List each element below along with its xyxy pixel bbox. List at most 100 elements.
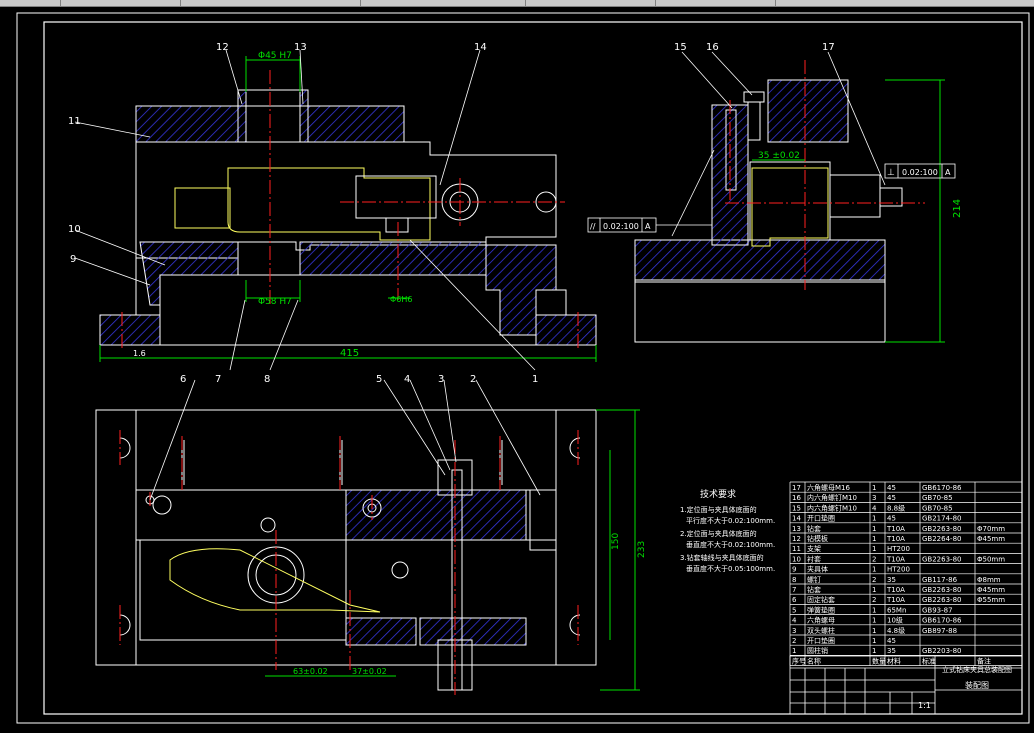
dim-37: 37±0.02 — [352, 667, 387, 676]
bom-cell: 13 — [792, 525, 801, 533]
bom-cell: Φ55mm — [977, 596, 1005, 604]
bom-cell: 钻模板 — [807, 534, 828, 543]
bom-cell: 1 — [872, 606, 876, 614]
workpiece-side — [751, 167, 829, 247]
balloon-11: 11 — [68, 116, 81, 127]
balloon-13: 13 — [294, 42, 307, 53]
dim-233: 233 — [637, 541, 647, 558]
bom-cell: GB2263-80 — [922, 525, 961, 533]
bom-cell: GB2263-80 — [922, 555, 961, 563]
balloon-5: 5 — [376, 374, 382, 385]
bom-cell: 14 — [792, 515, 801, 523]
title-sheet: 装配图 — [965, 680, 989, 690]
bom-cell: 9 — [792, 566, 796, 574]
bom-cell: 1 — [872, 484, 876, 492]
dim-bottom-hole: Φ58 H7 — [258, 297, 292, 307]
bom-cell: 内六角螺钉M10 — [807, 503, 857, 512]
cad-drawing-canvas[interactable]: Φ45 H7 Φ58 H7 Φ6H6 415 1.6 12 13 14 11 1… — [0, 7, 1034, 733]
bom-cell: 10 — [792, 555, 801, 563]
front-view — [99, 89, 597, 346]
bom-cell: 六角螺母 — [807, 616, 835, 625]
center-lines-top — [119, 430, 579, 695]
tab-1[interactable] — [0, 0, 61, 6]
bom-cell: 1 — [872, 545, 876, 553]
bom-cell: 11 — [792, 545, 801, 553]
bom-cell: 8 — [792, 576, 796, 584]
bom-cell: 弹簧垫圈 — [807, 605, 835, 614]
balloon-7: 7 — [215, 374, 221, 385]
tab-7[interactable] — [775, 0, 1034, 6]
bom-cell: GB2203-80 — [922, 647, 961, 655]
balloon-3: 3 — [438, 374, 444, 385]
dim-63: 63±0.02 — [293, 667, 328, 676]
bom-cell: 1 — [872, 637, 876, 645]
dim-150: 150 — [611, 533, 621, 550]
svg-text:1.定位面与夹具体底面的: 1.定位面与夹具体底面的 — [680, 505, 757, 514]
bom-cell: GB2263-80 — [922, 586, 961, 594]
tol-perp-ref: A — [945, 168, 951, 177]
bom-cell: GB70-85 — [922, 504, 953, 512]
tab-2[interactable] — [60, 0, 181, 6]
dim-roughness: 1.6 — [133, 349, 146, 358]
bom-cell: 2 — [872, 555, 876, 563]
bom-cell: T10A — [886, 555, 905, 563]
bom-cell: Φ8mm — [977, 576, 1001, 584]
bom-cell: 65Mn — [887, 606, 906, 614]
bom-cell: T10A — [886, 586, 905, 594]
bom-cell: T10A — [886, 535, 905, 543]
bom-cell: T10A — [886, 525, 905, 533]
bom-cell: 1 — [872, 647, 876, 655]
title-drawing-name: 立式钻床夹具总装配图 — [942, 665, 1012, 674]
bom-cell: 衬套 — [807, 554, 821, 563]
bom-cell: 1 — [872, 586, 876, 594]
bom-cell: 2 — [792, 637, 796, 645]
bom-cell: 4 — [872, 504, 877, 512]
workpiece-front — [174, 167, 431, 241]
dim-214: 214 — [952, 199, 963, 218]
svg-text:3.钻套轴线与夹具体底面的: 3.钻套轴线与夹具体底面的 — [680, 553, 764, 562]
bom-table: 17 六角螺母M16 1 45 GB6170-8616 内六角螺钉M10 3 45 GB70-8… — [789, 481, 1023, 666]
bom-cell: 5 — [792, 606, 796, 614]
bom-cell: 1 — [872, 627, 876, 635]
bom-cell: 1 — [872, 515, 876, 523]
tol-par-symbol: // — [590, 222, 596, 231]
balloon-9: 9 — [70, 254, 76, 265]
tab-6[interactable] — [655, 0, 776, 6]
balloon-14: 14 — [474, 42, 487, 53]
title-scale: 1:1 — [918, 701, 931, 710]
bom-cell: 4 — [792, 617, 797, 625]
balloon-6a: 6 — [180, 374, 186, 385]
bom-cell: 1 — [792, 647, 796, 655]
bom-cell: GB897-88 — [922, 627, 957, 635]
tab-5[interactable] — [525, 0, 656, 6]
bom-cell: 6 — [792, 596, 797, 604]
tol-par-value: 0.02:100 — [603, 222, 639, 231]
bom-cell: 4.8级 — [887, 626, 905, 635]
bom-header-mat: 材料 — [887, 656, 901, 665]
dim-top-hole: Φ45 H7 — [258, 51, 292, 61]
bom-cell: Φ45mm — [977, 586, 1005, 594]
svg-text:技术要求: 技术要求 — [700, 488, 736, 500]
bom-cell: GB93-87 — [922, 606, 953, 614]
bom-cell: 1 — [872, 617, 876, 625]
bom-cell: T10A — [886, 596, 905, 604]
tab-3[interactable] — [180, 0, 361, 6]
bom-cell: HT200 — [887, 566, 910, 574]
bom-cell: 45 — [887, 484, 896, 492]
bom-cell: 固定钻套 — [807, 595, 835, 604]
tab-4[interactable] — [360, 0, 526, 6]
bom-cell: 8.8级 — [887, 503, 905, 512]
bom-cell: 45 — [887, 515, 896, 523]
bom-cell: 10级 — [887, 616, 903, 625]
bom-cell: 开口垫圈 — [807, 636, 835, 645]
balloon-2: 2 — [470, 374, 476, 385]
bom-cell: Φ45mm — [977, 535, 1005, 543]
balloon-8: 8 — [264, 374, 270, 385]
bom-cell: 3 — [872, 494, 876, 502]
bom-cell: 1 — [872, 535, 876, 543]
bom-cell: 双头螺柱 — [807, 626, 835, 635]
tol-perp-value: 0.02:100 — [902, 168, 938, 177]
balloon-12: 12 — [216, 42, 229, 53]
bom-cell: 17 — [792, 484, 801, 492]
svg-text:平行度不大于0.02:100mm.: 平行度不大于0.02:100mm. — [686, 516, 775, 525]
